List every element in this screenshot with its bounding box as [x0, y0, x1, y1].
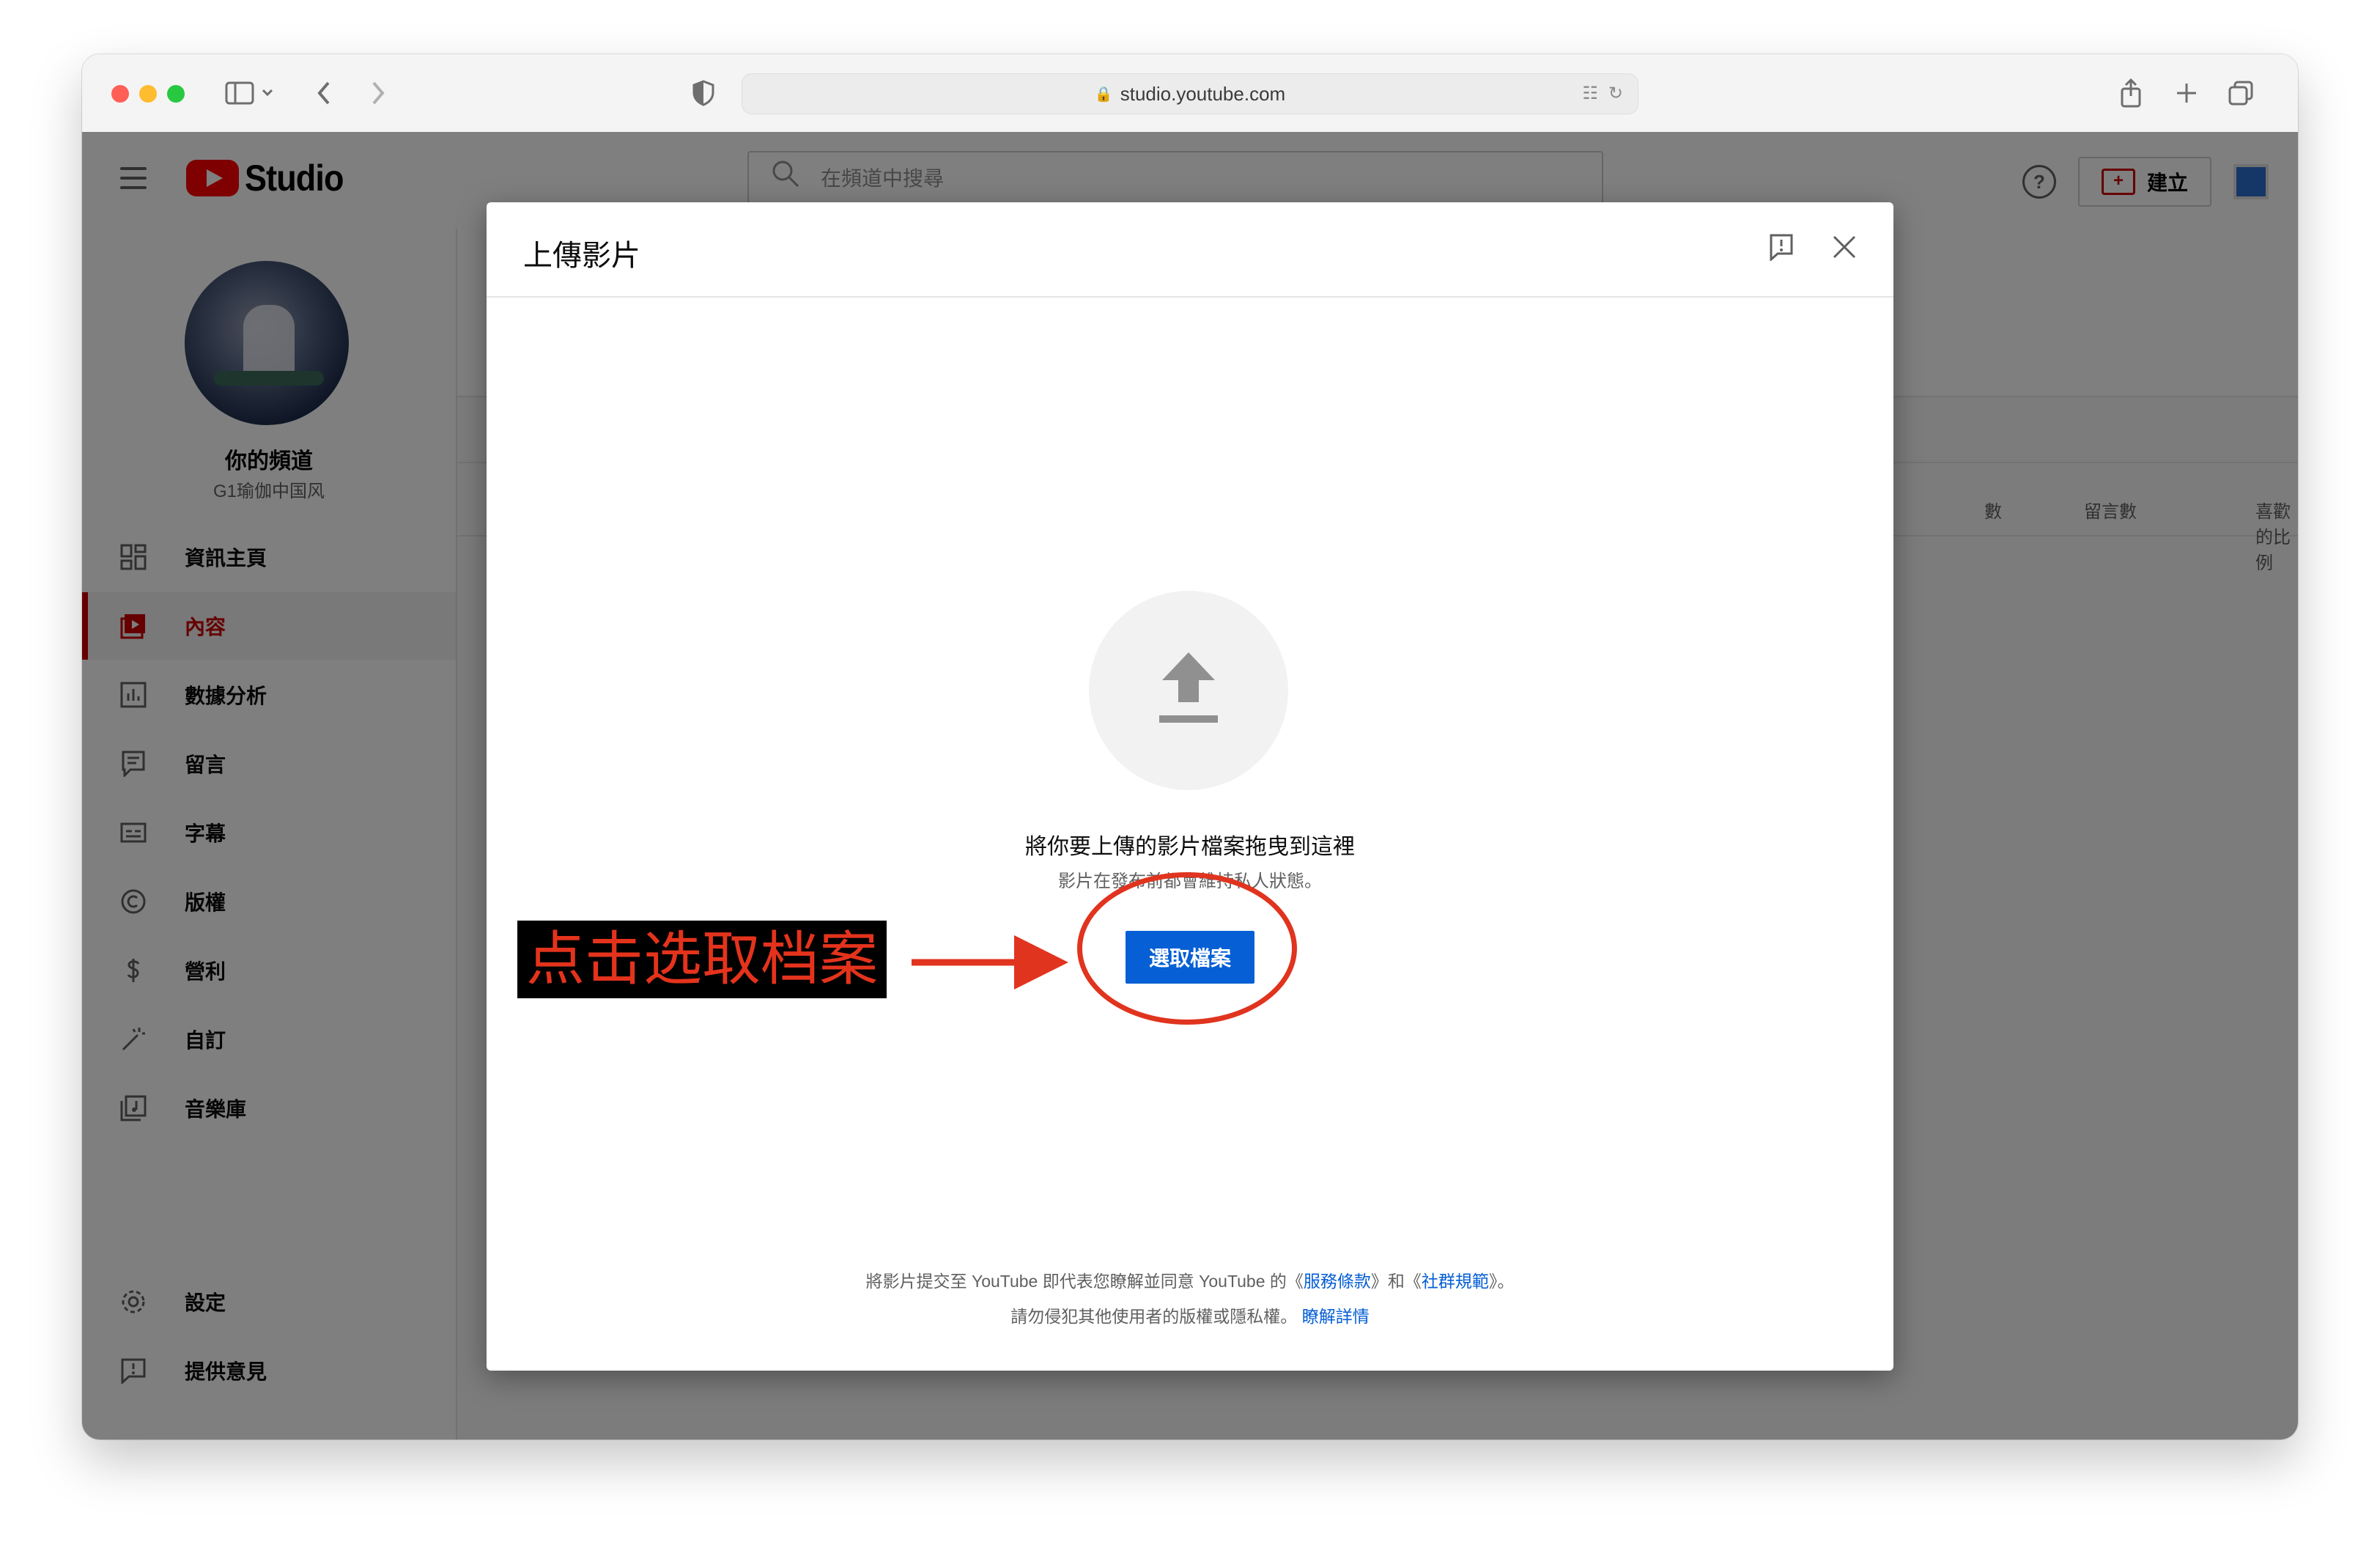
terms-text: 》和《 — [1370, 1272, 1422, 1291]
url-text: studio.youtube.com — [1120, 82, 1286, 105]
address-bar[interactable]: 🔒 studio.youtube.com ☷ ↻ — [742, 73, 1638, 114]
share-icon[interactable] — [2116, 76, 2146, 110]
upload-arrow-icon — [1159, 652, 1218, 723]
browser-toolbar: 🔒 studio.youtube.com ☷ ↻ — [82, 54, 2298, 133]
new-tab-icon[interactable] — [2172, 76, 2201, 110]
annotation-label: 点击选取档案 — [517, 921, 887, 998]
minimize-window-button[interactable] — [139, 85, 157, 103]
forward-icon[interactable] — [363, 76, 393, 110]
learn-more-link[interactable]: 瞭解詳情 — [1302, 1307, 1370, 1326]
dialog-title: 上傳影片 — [523, 240, 640, 272]
terms-of-service-link[interactable]: 服務條款 — [1304, 1272, 1371, 1291]
community-guidelines-link[interactable]: 社群規範 — [1422, 1272, 1489, 1291]
annotation-arrow-icon — [912, 935, 1068, 989]
terms-notice: 將影片提交至 YouTube 即代表您瞭解並同意 YouTube 的《服務條款》… — [487, 1264, 1893, 1334]
upload-drop-zone[interactable] — [1089, 591, 1288, 790]
dialog-header: 上傳影片 — [487, 202, 1893, 298]
sidebar-toggle-icon[interactable] — [221, 76, 280, 110]
lock-icon: 🔒 — [1094, 86, 1113, 103]
tab-overview-icon[interactable] — [2226, 76, 2255, 110]
close-icon[interactable] — [1832, 235, 1857, 259]
privacy-shield-icon[interactable] — [689, 76, 718, 110]
annotation-highlight-circle — [1077, 872, 1297, 1025]
close-window-button[interactable] — [111, 85, 129, 103]
terms-text: 將影片提交至 YouTube 即代表您瞭解並同意 YouTube 的《 — [865, 1272, 1304, 1291]
reload-icon[interactable]: ↻ — [1608, 83, 1623, 104]
terms-text: 》。 — [1488, 1272, 1515, 1291]
feedback-icon[interactable] — [1769, 233, 1793, 262]
copyright-notice: 請勿侵犯其他使用者的版權或隱私權。 — [1010, 1307, 1298, 1326]
drop-instructions: 將你要上傳的影片檔案拖曳到這裡 — [1025, 835, 1355, 859]
translate-icon[interactable]: ☷ — [1582, 83, 1598, 104]
upload-dialog: 上傳影片 將你要上傳的影片檔案拖曳到這裡 影片在發布前都會維持私人狀態。 選取檔… — [487, 202, 1893, 1371]
back-icon[interactable] — [309, 76, 339, 110]
zoom-window-button[interactable] — [167, 85, 185, 103]
